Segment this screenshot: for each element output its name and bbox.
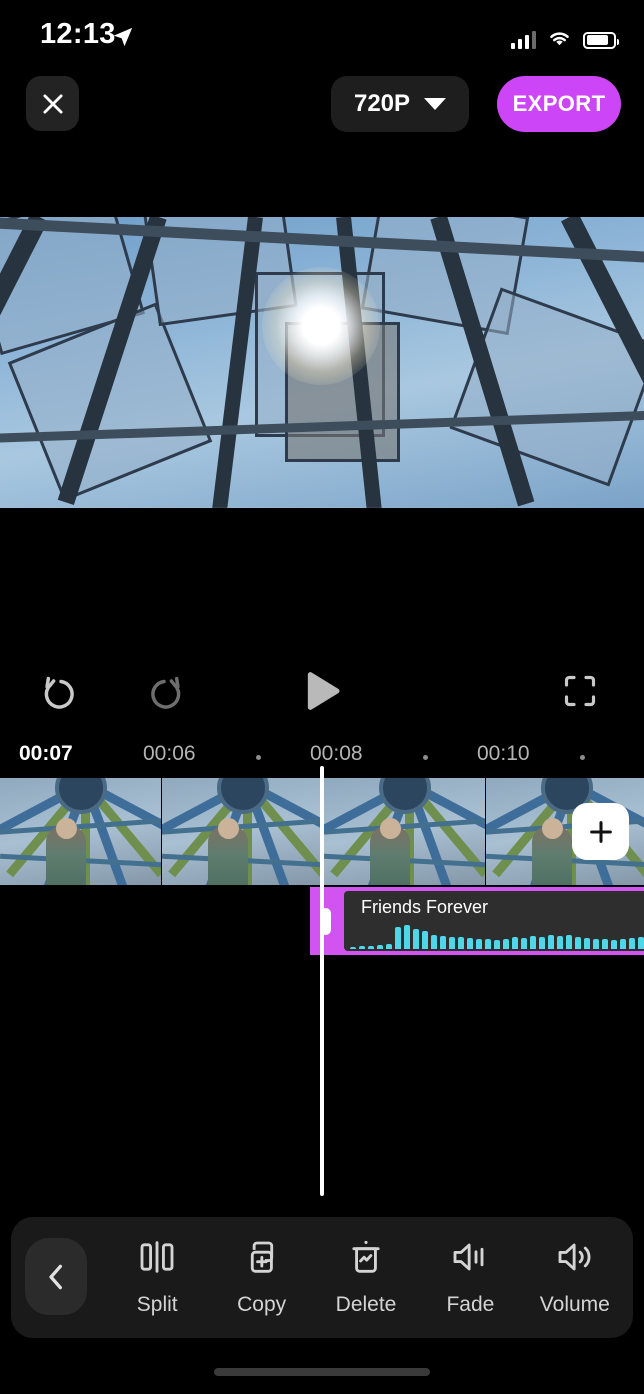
timeline-tick-dot [256,755,261,760]
chevron-left-icon [49,1264,62,1289]
video-thumbnail[interactable] [0,778,162,885]
plus-icon [589,820,612,843]
status-bar-indicators [511,28,619,52]
tool-label: Delete [335,1293,397,1316]
waveform-bar [503,939,509,949]
waveform-bar [350,947,356,949]
video-preview[interactable] [0,217,644,508]
waveform-bar [494,940,500,949]
waveform-bar [467,938,473,949]
waveform-bar [395,927,401,949]
home-indicator [214,1368,430,1376]
redo-icon [151,676,181,709]
waveform-bar [629,938,635,949]
waveform-bar [449,937,455,949]
close-button[interactable] [26,76,79,131]
timeline-tick-label: 00:10 [477,742,530,765]
tool-fade[interactable]: Fade [418,1231,522,1331]
waveform-bar [413,929,419,949]
waveform-bar [368,946,374,949]
tool-label: Fade [446,1293,495,1316]
back-button[interactable] [25,1238,87,1315]
trash-icon [346,1231,386,1283]
tool-delete[interactable]: Delete [314,1231,418,1331]
waveform-bar [557,936,563,949]
status-bar-clock: 12:13 [40,18,116,50]
timeline-tick-dot [580,755,585,760]
waveform-bar [404,925,410,949]
tool-copy[interactable]: Copy [209,1231,313,1331]
waveform-bar [593,939,599,949]
waveform-bar [359,946,365,949]
waveform-bar [530,936,536,949]
audio-clip-title: Friends Forever [361,897,489,917]
tool-volume[interactable]: Volume [523,1231,627,1331]
waveform-bar [386,944,392,949]
video-editor-screen: 12:13 720P EXPORT 00:07 00:06 00:08 00:1… [0,0,644,1394]
waveform-bar [539,937,545,949]
timeline-tick-label: 00:08 [310,742,363,765]
undo-button[interactable] [30,660,92,722]
waveform-bar [521,938,527,949]
copy-icon [242,1231,282,1283]
redo-button[interactable] [133,660,195,722]
waveform-bar [458,937,464,949]
location-arrow-icon [112,26,134,53]
close-icon [42,93,63,114]
export-button[interactable]: EXPORT [497,76,621,132]
waveform-bar [548,935,554,949]
audio-clip-left-handle[interactable] [310,887,340,955]
waveform-bar [575,937,581,949]
timeline-tick-label: 00:06 [143,742,196,765]
cellular-signal-icon [511,31,536,49]
export-label: EXPORT [512,91,606,116]
waveform-bar [422,931,428,949]
audio-clip[interactable]: Friends Forever [310,887,644,955]
playhead[interactable] [320,766,324,1196]
wifi-icon [547,28,572,52]
fullscreen-icon [564,675,596,707]
waveform-bar [512,937,518,949]
tool-label: Volume [539,1293,610,1316]
split-icon [137,1231,177,1283]
waveform-bar [476,939,482,949]
fade-icon [450,1231,490,1283]
tool-label: Copy [237,1293,287,1316]
tool-list: Split Copy Delete Fade Volume [105,1231,627,1331]
undo-icon [44,676,74,709]
fullscreen-button[interactable] [549,660,611,722]
audio-clip-body: Friends Forever [344,891,644,951]
waveform-bar [611,940,617,949]
playback-controls [0,660,644,722]
waveform-bar [485,939,491,949]
play-button[interactable] [291,660,353,722]
waveform-bar [638,937,644,949]
timeline-current-time: 00:07 [19,742,73,765]
add-media-button[interactable] [572,803,629,860]
waveform-bar [602,939,608,949]
battery-icon [583,31,619,49]
sun-flare [262,267,380,385]
video-thumbnail[interactable] [324,778,486,885]
play-icon [307,672,340,710]
editor-top-bar: 720P EXPORT [0,76,644,134]
timeline-tick-dot [423,755,428,760]
quality-label: 720P [353,90,411,117]
waveform-bar [431,935,437,949]
tool-label: Split [136,1293,178,1316]
video-thumbnail[interactable] [162,778,324,885]
waveform-bar [440,936,446,949]
waveform-bar [566,935,572,949]
quality-selector[interactable]: 720P [331,76,469,132]
volume-icon [555,1231,595,1283]
waveform-bar [377,945,383,949]
chevron-down-icon [424,98,447,110]
waveform-bar [584,938,590,949]
audio-waveform [350,917,644,949]
status-bar: 12:13 [0,0,644,62]
tool-split[interactable]: Split [105,1231,209,1331]
bottom-toolbar: Split Copy Delete Fade Volume [11,1217,633,1338]
waveform-bar [620,939,626,949]
